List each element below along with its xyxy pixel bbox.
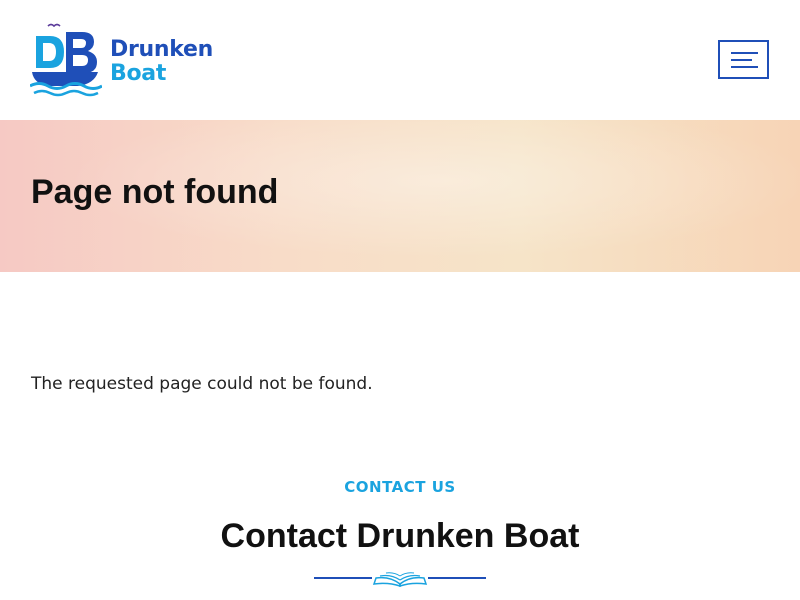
contact-heading: Contact Drunken Boat (220, 517, 580, 555)
logo-line2: Boat (110, 61, 167, 86)
logo-wordmark: Drunken Boat (110, 38, 213, 86)
hamburger-icon (731, 52, 758, 69)
site-header: Drunken Boat (0, 0, 800, 120)
open-book-icon (314, 572, 486, 588)
site-logo-link[interactable]: Drunken Boat (30, 20, 230, 100)
logo-line1: Drunken (110, 37, 213, 62)
menu-toggle-button[interactable] (718, 40, 769, 79)
not-found-message: The requested page could not be found. (31, 374, 373, 394)
page-title: Page not found (31, 173, 279, 211)
drunken-boat-logo-icon (30, 23, 102, 97)
contact-eyebrow: CONTACT US (344, 478, 456, 496)
page-hero-banner: Page not found (0, 120, 800, 272)
